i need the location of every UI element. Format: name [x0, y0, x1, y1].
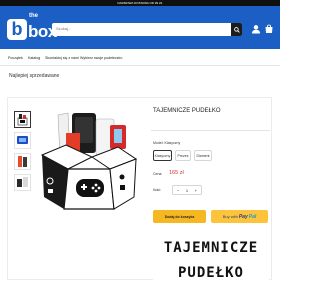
mix-thumbnail-image [17, 177, 28, 187]
product-thumbnail[interactable] [14, 174, 31, 191]
quantity-label: Ilość: [153, 188, 162, 192]
paypal-logo-pal: Pal [248, 213, 257, 220]
site-header: b the box Szukaj... [0, 6, 280, 49]
nav-item-choose-box[interactable]: Wybierz swoje pudełeczko [80, 56, 122, 60]
nav-item-catalog[interactable]: Katalog [28, 56, 40, 60]
cart-icon[interactable] [264, 24, 274, 34]
nav-item-contact[interactable]: Skontaktuj się z nami [45, 56, 79, 60]
add-to-cart-button[interactable]: Dodaj do koszyka [153, 210, 206, 223]
box-thumbnail-image [17, 114, 28, 126]
product-thumbnail[interactable] [14, 111, 31, 128]
search-button[interactable] [231, 23, 242, 36]
announcement-text: DARMOWA DOSTAWA OD 99 ZŁ [117, 1, 163, 5]
main-navigation: Początek Katalog Skontaktuj się z nami W… [0, 49, 280, 66]
divider [151, 130, 270, 131]
search-placeholder: Szukaj... [56, 26, 72, 31]
promo-line-2: PUDEŁKO [177, 265, 244, 281]
nav-item-start[interactable]: Początek [8, 56, 23, 60]
paypal-buy-text: Buy with [222, 214, 238, 219]
product-thumbnail[interactable] [14, 153, 31, 170]
promo-line-1: TAJEMNICZE [163, 240, 259, 256]
product-thumbnail[interactable] [14, 132, 31, 149]
paypal-logo-pay: Pay [238, 213, 248, 220]
logo-the: the [29, 13, 38, 19]
product-title: TAJEMNICZE PUDEŁKO [153, 108, 221, 114]
product-panel: TAJEMNICZE PUDEŁKO Model: Klasyczny Klas… [7, 97, 272, 281]
variant-option[interactable]: Prezes [175, 150, 191, 161]
games-thumbnail-image [18, 156, 27, 167]
logo-letter: b [7, 19, 27, 40]
quantity-value[interactable]: 1 [186, 188, 188, 193]
quantity-decrease[interactable]: − [177, 188, 179, 193]
mystery-box-image[interactable] [34, 111, 144, 221]
quantity-increase[interactable]: + [195, 188, 197, 193]
quantity-stepper[interactable]: − 1 + [172, 185, 202, 195]
model-label: Model: Klasyczny [153, 141, 181, 145]
account-icon[interactable] [251, 24, 261, 34]
variant-option[interactable]: Diament [194, 150, 212, 161]
search-icon [233, 26, 240, 33]
paypal-button[interactable]: Buy with Pay Pal [211, 210, 268, 223]
console-thumbnail-image [17, 136, 28, 144]
search-input[interactable]: Szukaj... [52, 23, 242, 36]
price-label: Cena: [153, 172, 163, 176]
promo-banner: TAJEMNICZE PUDEŁKO [153, 230, 269, 281]
variant-option[interactable]: Klasyczny [153, 150, 172, 161]
store-logo[interactable]: b the box [7, 12, 57, 44]
breadcrumb: Najlepiej sprzedawane [9, 73, 60, 79]
product-price: 165 zł [169, 170, 184, 176]
